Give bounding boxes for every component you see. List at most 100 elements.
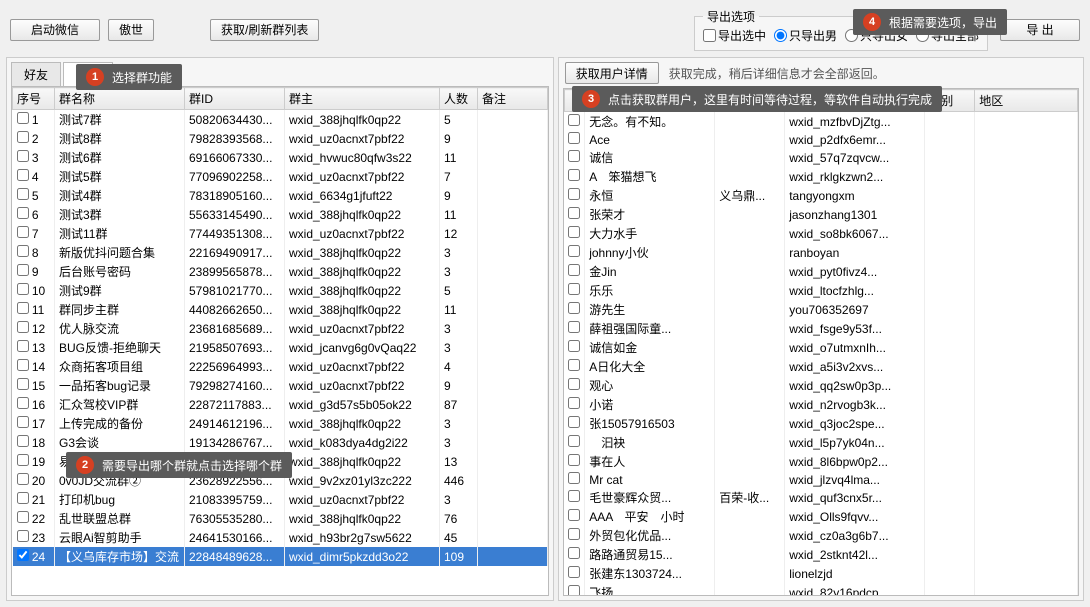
table-row[interactable]: 张荣才jasonzhang1301 [564,205,1077,224]
table-row[interactable]: A 笨猫想飞wxid_rklgkzwn2... [564,167,1077,186]
table-row[interactable]: 6测试3群55633145490...wxid_388jhqlfk0qp2211 [13,205,548,224]
refresh-groups-button[interactable]: 获取/刷新群列表 [210,19,319,41]
row-checkbox[interactable] [17,150,29,162]
tab-friends[interactable]: 好友 [11,62,61,86]
table-row[interactable]: 16汇众驾校VIP群22872117883...wxid_g3d57s5b05o… [13,395,548,414]
table-row[interactable]: 事在人wxid_8l6bpw0p2... [564,452,1077,471]
row-checkbox[interactable] [17,511,29,523]
row-checkbox[interactable] [568,283,580,295]
table-row[interactable]: 观心wxid_qq2sw0p3p... [564,376,1077,395]
row-checkbox[interactable] [17,416,29,428]
row-checkbox[interactable] [17,435,29,447]
table-row[interactable]: 14众商拓客项目组22256964993...wxid_uz0acnxt7pbf… [13,357,548,376]
export-button[interactable]: 导 出 [1000,19,1080,41]
get-user-detail-button[interactable]: 获取用户详情 [565,62,659,84]
row-checkbox[interactable] [568,585,580,596]
row-checkbox[interactable] [568,378,580,390]
table-row[interactable]: 8新版优抖问题合集22169490917...wxid_388jhqlfk0qp… [13,243,548,262]
table-row[interactable]: 18G3会谈19134286767...wxid_k083dya4dg2i223 [13,433,548,452]
table-row[interactable]: 永恒义乌鼎...tangyongxm [564,186,1077,205]
row-checkbox[interactable] [17,454,29,466]
table-row[interactable]: 9后台账号密码23899565878...wxid_388jhqlfk0qp22… [13,262,548,281]
row-checkbox[interactable] [17,207,29,219]
table-row[interactable]: 15一品拓客bug记录79298274160...wxid_uz0acnxt7p… [13,376,548,395]
row-checkbox[interactable] [568,454,580,466]
row-checkbox[interactable] [568,132,580,144]
row-checkbox[interactable] [568,188,580,200]
table-row[interactable]: AAA 平安 小时wxid_Olls9fqvv... [564,507,1077,526]
table-row[interactable]: 外贸包化优品...wxid_cz0a3g6b7... [564,526,1077,545]
table-row[interactable]: 24【义乌库存市场】交流22848489628...wxid_dimr5pkzd… [13,547,548,566]
row-checkbox[interactable] [17,302,29,314]
row-checkbox[interactable] [17,397,29,409]
table-row[interactable]: 4测试5群77096902258...wxid_uz0acnxt7pbf227 [13,167,548,186]
col-group-name[interactable]: 群名称 [55,88,185,110]
row-checkbox[interactable] [17,549,29,561]
table-row[interactable]: 毛世豪辉众贸...百荣-收...wxid_quf3cnx5r... [564,488,1077,507]
row-checkbox[interactable] [568,566,580,578]
table-row[interactable]: 7测试11群77449351308...wxid_uz0acnxt7pbf221… [13,224,548,243]
table-row[interactable]: 诚信如金wxid_o7utmxnIh... [564,338,1077,357]
table-row[interactable]: 11群同步主群44082662650...wxid_388jhqlfk0qp22… [13,300,548,319]
table-row[interactable]: 17上传完成的备份24914612196...wxid_388jhqlfk0qp… [13,414,548,433]
table-row[interactable]: 22乱世联盟总群76305535280...wxid_388jhqlfk0qp2… [13,509,548,528]
row-checkbox[interactable] [17,131,29,143]
table-row[interactable]: Acewxid_p2dfx6emr... [564,131,1077,148]
table-row[interactable]: 薛祖强国际童...wxid_fsge9y53f... [564,319,1077,338]
row-checkbox[interactable] [568,528,580,540]
col-group-id[interactable]: 群ID [185,88,285,110]
row-checkbox[interactable] [17,473,29,485]
table-row[interactable]: 12优人脉交流23681685689...wxid_uz0acnxt7pbf22… [13,319,548,338]
table-row[interactable]: 13BUG反馈-拒绝聊天21958507693...wxid_jcanvg6g0… [13,338,548,357]
table-row[interactable]: johnny小伙ranboyan [564,243,1077,262]
table-row[interactable]: 大力水手wxid_so8bk6067... [564,224,1077,243]
row-checkbox[interactable] [17,188,29,200]
table-row[interactable]: 汩袂wxid_l5p7yk04n... [564,433,1077,452]
table-row[interactable]: 乐乐wxid_ltocfzhlg... [564,281,1077,300]
row-checkbox[interactable] [568,302,580,314]
table-row[interactable]: 无念。有不知。wxid_mzfbvDjZtg... [564,112,1077,132]
col-no[interactable]: 序号 [13,88,55,110]
col-region[interactable]: 地区 [975,90,1078,112]
table-row[interactable]: 路路通贸易15...wxid_2stknt42l... [564,545,1077,564]
row-checkbox[interactable] [568,169,580,181]
row-checkbox[interactable] [568,321,580,333]
row-checkbox[interactable] [17,492,29,504]
row-checkbox[interactable] [17,321,29,333]
row-checkbox[interactable] [568,359,580,371]
col-count[interactable]: 人数 [440,88,478,110]
table-row[interactable]: 10测试9群57981021770...wxid_388jhqlfk0qp225 [13,281,548,300]
table-row[interactable]: 1测试7群50820634430...wxid_388jhqlfk0qp225 [13,110,548,130]
aoshi-button[interactable]: 傲世 [108,19,154,41]
table-row[interactable]: 张建东1303724...lionelzjd [564,564,1077,583]
table-row[interactable]: 2测试8群79828393568...wxid_uz0acnxt7pbf229 [13,129,548,148]
row-checkbox[interactable] [17,112,29,124]
row-checkbox[interactable] [568,340,580,352]
only-male-radio[interactable]: 只导出男 [774,27,837,44]
table-row[interactable]: 21打印机bug21083395759...wxid_uz0acnxt7pbf2… [13,490,548,509]
row-checkbox[interactable] [568,416,580,428]
table-row[interactable]: 金Jinwxid_pyt0fivz4... [564,262,1077,281]
row-checkbox[interactable] [17,359,29,371]
group-list[interactable]: 序号 群名称 群ID 群主 人数 备注 1测试7群50820634430...w… [11,86,549,596]
row-checkbox[interactable] [568,114,580,126]
col-remark[interactable]: 备注 [478,88,548,110]
row-checkbox[interactable] [568,509,580,521]
row-checkbox[interactable] [17,169,29,181]
row-checkbox[interactable] [568,490,580,502]
table-row[interactable]: 飞扬wxid_82y16pdcp... [564,583,1077,596]
row-checkbox[interactable] [17,283,29,295]
row-checkbox[interactable] [568,245,580,257]
table-row[interactable]: Mr catwxid_jlzvq4lma... [564,471,1077,488]
table-row[interactable]: 23云眼Ai智剪助手24641530166...wxid_h93br2g7sw5… [13,528,548,547]
row-checkbox[interactable] [568,264,580,276]
col-owner[interactable]: 群主 [285,88,440,110]
row-checkbox[interactable] [17,530,29,542]
row-checkbox[interactable] [17,245,29,257]
table-row[interactable]: A日化大全wxid_a5i3v2xvs... [564,357,1077,376]
row-checkbox[interactable] [568,207,580,219]
row-checkbox[interactable] [17,264,29,276]
table-row[interactable]: 诚信wxid_57q7zqvcw... [564,148,1077,167]
row-checkbox[interactable] [568,472,580,484]
table-row[interactable]: 张15057916503wxid_q3joc2spe... [564,414,1077,433]
